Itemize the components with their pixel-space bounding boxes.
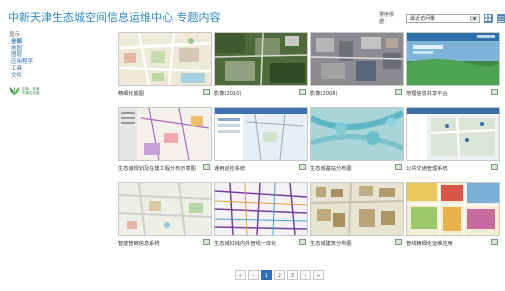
sidebar-item-apps[interactable]: 应用程序 (9, 59, 33, 66)
card-title[interactable]: 影像(2010) (214, 91, 294, 98)
page-3-button[interactable]: 3 (287, 270, 298, 280)
list-icon (497, 15, 504, 21)
page-title: 中新天津生态城空间信息运维中心 专题内容 (8, 11, 221, 24)
map-type-icon (299, 239, 306, 245)
card-title[interactable]: 生态城建筑分布图 (310, 241, 390, 248)
sidebar-item-files[interactable]: 文件 (9, 73, 33, 80)
list-view-button[interactable] (496, 13, 505, 23)
page-2-button[interactable]: 2 (274, 270, 285, 280)
map-type-icon (395, 239, 402, 245)
first-page-button[interactable]: « (235, 270, 246, 280)
page-1-button[interactable]: 1 (261, 270, 272, 280)
sort-selected-value: 最近访问量 (410, 15, 436, 22)
content-card[interactable]: 生态城基站分布图 (310, 107, 404, 173)
card-title[interactable]: 地理信息共享平台 (406, 91, 486, 98)
map-type-icon (395, 164, 402, 170)
thumbnail-pipe-ops[interactable] (406, 182, 500, 236)
map-type-icon (203, 164, 210, 170)
last-page-button[interactable]: » (313, 270, 324, 280)
thumbnail-basestation[interactable] (310, 107, 404, 161)
map-type-icon (491, 89, 498, 95)
leaf-logo-icon (9, 86, 20, 95)
map-type-icon (299, 164, 306, 170)
thumbnail-map-vector[interactable] (118, 32, 212, 86)
card-title[interactable]: 公共交通管理系统 (406, 166, 486, 173)
sidebar-item-all[interactable]: 全部 (9, 39, 33, 46)
thumbnail-buildings[interactable] (310, 182, 404, 236)
content-card[interactable]: 生态城规划及在建工程分布示意图 (118, 107, 212, 173)
card-title[interactable]: 精细化底图 (118, 91, 198, 98)
prev-page-button[interactable]: ‹ (248, 270, 259, 280)
content-card[interactable]: 智能管廊信息系统 (118, 182, 212, 248)
thumbnail-satellite-urban[interactable] (310, 32, 404, 86)
next-page-button[interactable]: › (300, 270, 311, 280)
card-title[interactable]: 通用巡检系统 (214, 166, 294, 173)
sort-label: 排序依据： (379, 12, 395, 25)
content-card[interactable]: 管线精细化运维应用 (406, 182, 500, 248)
chevron-down-icon: ▼ (470, 15, 479, 21)
sort-select[interactable]: 最近访问量 ▼ (406, 13, 481, 23)
content-card[interactable]: 地理信息共享平台 (406, 32, 500, 98)
card-title[interactable]: 智能管廊信息系统 (118, 241, 198, 248)
filter-sidebar: 显示 全部 地图 图层 应用程序 工具 文件 (9, 32, 33, 80)
content-card[interactable]: 生态城建筑分布图 (310, 182, 404, 248)
logo-line2: 天津生态城 (22, 91, 40, 95)
thumbnail-patrol[interactable] (214, 107, 308, 161)
pagination: « ‹ 1 2 3 › » (235, 270, 324, 280)
thumbnail-planning[interactable] (118, 107, 212, 161)
map-type-icon (395, 89, 402, 95)
thumbnail-transit[interactable] (406, 107, 500, 161)
grid-icon (485, 15, 492, 21)
map-type-icon (203, 89, 210, 95)
sidebar-item-tools[interactable]: 工具 (9, 66, 33, 73)
map-type-icon (491, 164, 498, 170)
content-card[interactable]: 精细化底图 (118, 32, 212, 98)
map-type-icon (203, 239, 210, 245)
map-type-icon (491, 239, 498, 245)
map-type-icon (299, 89, 306, 95)
thumbnail-satellite-green[interactable] (214, 32, 308, 86)
thumbnail-pipelines[interactable] (214, 182, 308, 236)
content-card[interactable]: 通用巡检系统 (214, 107, 308, 173)
card-title[interactable]: 生态城红线内外管线一体化 (214, 241, 294, 248)
card-title[interactable]: 管线精细化运维应用 (406, 241, 486, 248)
card-title[interactable]: 影像(2008) (310, 91, 390, 98)
content-card[interactable]: 影像(2010) (214, 32, 308, 98)
thumbnail-portal[interactable] (406, 32, 500, 86)
content-card[interactable]: 影像(2008) (310, 32, 404, 98)
eco-city-logo: 中新 · 天津 天津生态城 (9, 86, 40, 96)
card-title[interactable]: 生态城规划及在建工程分布示意图 (118, 166, 198, 173)
sidebar-heading: 显示 (9, 32, 21, 38)
grid-view-button[interactable] (484, 13, 493, 23)
thumbnail-pipe-corridor[interactable] (118, 182, 212, 236)
card-title[interactable]: 生态城基站分布图 (310, 166, 390, 173)
sort-bar: 排序依据： 最近访问量 ▼ (379, 11, 505, 25)
content-card[interactable]: 生态城红线内外管线一体化 (214, 182, 308, 248)
content-card[interactable]: 公共交通管理系统 (406, 107, 500, 173)
